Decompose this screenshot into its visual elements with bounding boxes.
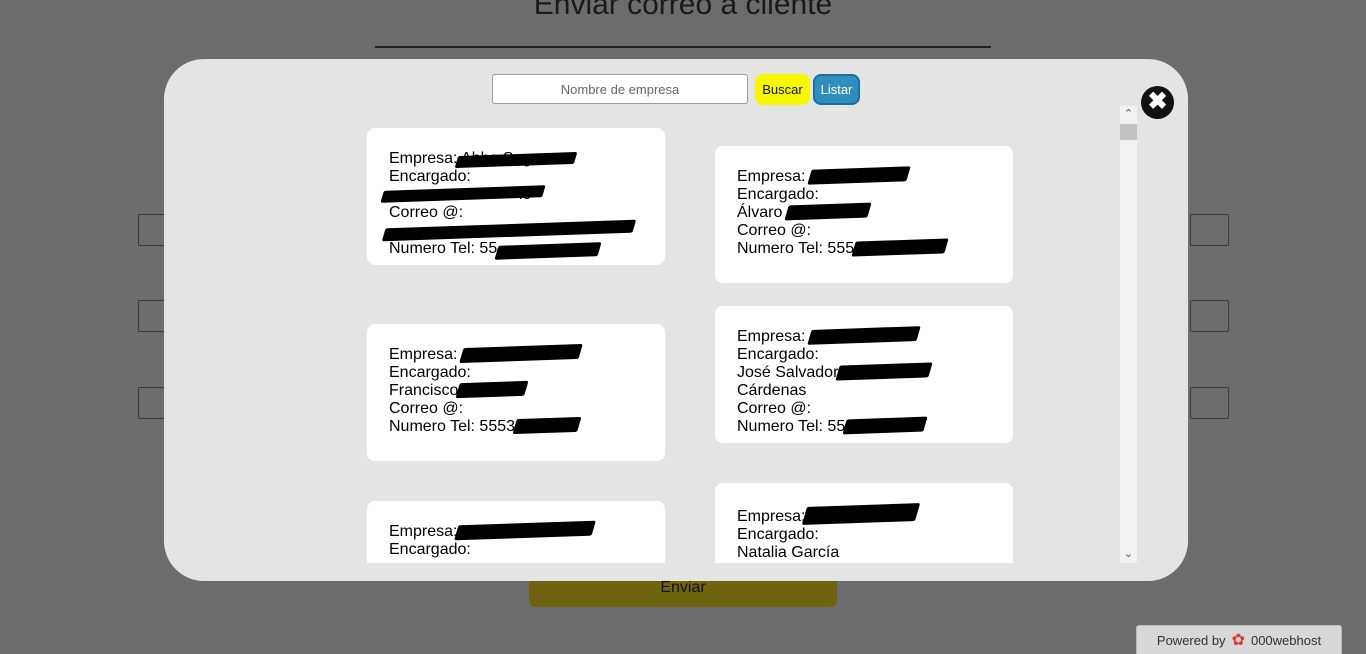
- empresa-label: Empresa:: [737, 328, 806, 345]
- manager-name-line2: Cárdenas: [737, 382, 807, 399]
- company-card[interactable]: Empresa: Encargado: Natalia García: [715, 483, 1013, 563]
- form-field-right-2[interactable]: [1190, 300, 1229, 332]
- scroll-up-icon[interactable]: ⌃: [1120, 106, 1137, 123]
- page-title: Enviar correo a cliente: [533, 0, 833, 21]
- form-field-right-3[interactable]: [1190, 387, 1229, 419]
- empresa-label: Empresa:: [389, 150, 458, 167]
- manager-name: José Salvador: [737, 364, 839, 381]
- tel-label: Numero Tel:: [389, 240, 475, 257]
- client-search-modal: Buscar Listar ✖ Empresa: Abba Sog Encarg…: [164, 59, 1188, 581]
- company-card[interactable]: Empresa: Encargado: Francisco Correo @: …: [367, 324, 665, 461]
- redaction-mark: [454, 520, 597, 541]
- redaction-mark: [807, 166, 911, 185]
- listar-button[interactable]: Listar: [813, 74, 860, 105]
- company-card[interactable]: Empresa: Encargado: Álvaro Correo @: Num…: [715, 146, 1013, 283]
- encargado-label: Encargado:: [737, 346, 819, 363]
- manager-name: Álvaro: [737, 204, 783, 221]
- empresa-label: Empresa:: [389, 523, 458, 540]
- tel-value: 5553: [479, 418, 516, 435]
- webhost-brand: 000webhost: [1250, 632, 1322, 648]
- title-divider: [375, 46, 991, 48]
- manager-name: Francisco: [389, 382, 459, 399]
- redaction-mark: [835, 362, 934, 381]
- correo-label: Correo @:: [389, 400, 464, 417]
- tel-label: Numero Tel:: [737, 418, 823, 435]
- redaction-mark: [455, 380, 529, 399]
- redaction-mark: [802, 503, 921, 525]
- company-search-input[interactable]: [492, 74, 748, 104]
- buscar-button[interactable]: Buscar: [755, 74, 810, 105]
- encargado-label: Encargado:: [737, 526, 819, 543]
- redaction-mark: [784, 202, 872, 221]
- empresa-label: Empresa:: [389, 346, 458, 363]
- redaction-mark: [842, 416, 928, 435]
- scroll-thumb[interactable]: [1120, 124, 1137, 140]
- scroll-down-icon[interactable]: ⌄: [1120, 546, 1137, 563]
- close-icon[interactable]: ✖: [1141, 86, 1174, 119]
- powered-by-badge[interactable]: Powered by ✿ 000webhost: [1136, 625, 1342, 654]
- tel-label: Numero Tel:: [389, 418, 475, 435]
- correo-label: Correo @:: [737, 400, 812, 417]
- company-card[interactable]: Empresa: Abba Sog Encargado: lo Correo @…: [367, 128, 665, 265]
- form-field-right-1[interactable]: [1190, 214, 1229, 246]
- redaction-mark: [851, 238, 949, 257]
- redaction-mark: [512, 416, 582, 435]
- empresa-label: Empresa:: [737, 508, 806, 525]
- tel-label: Numero Tel:: [737, 240, 823, 257]
- encargado-label: Encargado:: [737, 186, 819, 203]
- encargado-label: Encargado:: [389, 168, 471, 185]
- company-list[interactable]: Empresa: Abba Sog Encargado: lo Correo @…: [164, 106, 1120, 563]
- redaction-mark: [807, 326, 921, 345]
- company-card[interactable]: Empresa: Encargado:: [367, 501, 665, 563]
- powered-by-text: Powered by: [1156, 632, 1226, 648]
- manager-name: Natalia García: [737, 544, 840, 561]
- company-card[interactable]: Empresa: Encargado: José Salvador Cárden…: [715, 306, 1013, 443]
- encargado-label: Encargado:: [389, 541, 471, 558]
- tel-value: 55: [479, 240, 498, 257]
- empresa-label: Empresa:: [737, 168, 806, 185]
- correo-label: Correo @:: [737, 222, 812, 239]
- webhost-logo-icon: ✿: [1231, 632, 1245, 649]
- encargado-label: Encargado:: [389, 364, 471, 381]
- tel-value: 555: [827, 240, 855, 257]
- list-scrollbar[interactable]: ⌃ ⌄: [1120, 106, 1137, 563]
- redaction-mark: [459, 343, 583, 364]
